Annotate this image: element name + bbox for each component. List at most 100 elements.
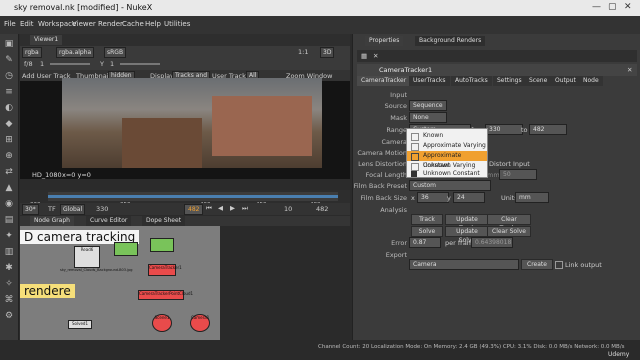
particles-icon[interactable]: ✦ bbox=[3, 230, 15, 242]
clear-solve-button[interactable]: Clear Solve bbox=[487, 226, 531, 237]
tab-node-graph[interactable]: Node Graph bbox=[30, 216, 74, 226]
menu-workspace[interactable]: Workspace bbox=[38, 20, 76, 28]
range-to-field[interactable]: 482 bbox=[529, 124, 567, 135]
channels-dropdown[interactable]: rgba bbox=[22, 47, 42, 58]
timeline-track[interactable] bbox=[48, 192, 338, 201]
gizmo-icon[interactable]: ⌘ bbox=[3, 294, 15, 306]
max-panels-icon[interactable]: ▦ bbox=[361, 52, 367, 60]
transform-icon[interactable]: ⇄ bbox=[3, 166, 15, 178]
maximize-icon[interactable]: ▢ bbox=[608, 2, 617, 12]
disabled-node[interactable] bbox=[150, 238, 174, 252]
source-label: Source bbox=[384, 102, 407, 110]
film-x-field[interactable]: 36 bbox=[417, 192, 449, 203]
end-frame[interactable]: 482 bbox=[316, 205, 328, 213]
update-solve-button[interactable]: Update Solve bbox=[445, 226, 489, 244]
last-frame-icon[interactable]: ⏭ bbox=[242, 204, 248, 213]
subtab-settings[interactable]: Settings bbox=[493, 76, 526, 86]
other-icon[interactable]: ✱ bbox=[3, 262, 15, 274]
disabled-node[interactable] bbox=[114, 242, 138, 256]
filter-icon[interactable]: ◆ bbox=[3, 118, 15, 130]
subtab-output[interactable]: Output bbox=[551, 76, 580, 86]
menu-item-unknown-constant[interactable]: Unknown Constant bbox=[407, 171, 487, 177]
menu-utilities[interactable]: Utilities bbox=[164, 20, 190, 28]
merge-icon[interactable]: ⊕ bbox=[3, 150, 15, 162]
skip-value[interactable]: 10 bbox=[284, 205, 292, 213]
tab-properties[interactable]: Properties bbox=[365, 36, 404, 46]
time-icon[interactable]: ◷ bbox=[3, 70, 15, 82]
3d-icon[interactable]: ▲ bbox=[3, 182, 15, 194]
create-button[interactable]: Create bbox=[521, 259, 553, 270]
tracker-node[interactable]: CameraTracker1 bbox=[148, 264, 182, 276]
units-dropdown[interactable]: mm bbox=[515, 192, 549, 203]
tab-curve-editor[interactable]: Curve Editor bbox=[86, 216, 132, 226]
menu-viewer[interactable]: Viewer bbox=[72, 20, 96, 28]
global-dropdown[interactable]: Global bbox=[60, 204, 86, 215]
menu-help[interactable]: Help bbox=[145, 20, 161, 28]
film-back-preset-dropdown[interactable]: Custom bbox=[409, 180, 491, 191]
close-icon[interactable]: ✕ bbox=[624, 2, 632, 12]
channel-icon[interactable]: ≡ bbox=[3, 86, 15, 98]
subtab-scene[interactable]: Scene bbox=[525, 76, 552, 86]
zoom-ratio[interactable]: 1:1 bbox=[298, 48, 308, 56]
subtab-node[interactable]: Node bbox=[579, 76, 603, 86]
solve-button[interactable]: Solve bbox=[411, 226, 443, 237]
minimize-icon[interactable]: — bbox=[592, 2, 601, 12]
read-node[interactable]: Read6 bbox=[74, 246, 100, 268]
focal-field[interactable]: 50 bbox=[499, 169, 537, 180]
pointcloud-node[interactable]: CameraTrackerPointCloud1 bbox=[138, 290, 193, 300]
subtab-autotracks[interactable]: AutoTracks bbox=[451, 76, 492, 86]
alpha-dropdown[interactable]: rgba.alpha bbox=[56, 47, 95, 58]
update-track-button[interactable]: Update Track bbox=[445, 214, 489, 232]
play-icon[interactable]: ▶ bbox=[230, 204, 235, 212]
draw-icon[interactable]: ✎ bbox=[3, 54, 15, 66]
current-frame-field[interactable]: 482 bbox=[184, 204, 204, 215]
image-icon[interactable]: ▣ bbox=[3, 38, 15, 50]
close-node-icon[interactable]: ✕ bbox=[627, 66, 632, 74]
views-icon[interactable]: ◉ bbox=[3, 198, 15, 210]
gamma-slider[interactable] bbox=[120, 63, 160, 65]
colorspace-dropdown[interactable]: sRGB bbox=[104, 47, 127, 58]
settings-icon[interactable]: ⚙ bbox=[3, 310, 15, 322]
link-output-checkbox[interactable] bbox=[555, 261, 563, 269]
menu-cache[interactable]: Cache bbox=[122, 20, 144, 28]
solve-node[interactable]: Solved1 bbox=[68, 320, 92, 329]
input-label: Input bbox=[390, 91, 407, 99]
play-back-icon[interactable]: ◀ bbox=[218, 204, 223, 212]
scene-node[interactable]: Scene1 bbox=[152, 314, 172, 332]
tab-background-renders[interactable]: Background Renders bbox=[415, 36, 486, 46]
tab-viewer1[interactable]: Viewer1 bbox=[30, 35, 63, 45]
gain-value[interactable]: 1 bbox=[40, 60, 44, 68]
furnace-icon[interactable]: ✧ bbox=[3, 278, 15, 290]
gamma-value[interactable]: 1 bbox=[110, 60, 114, 68]
node-graph-canvas[interactable]: D camera tracking rendere Read6 sky_remo… bbox=[20, 226, 220, 341]
menu-file[interactable]: File bbox=[4, 20, 16, 28]
toolsets-icon[interactable]: ▥ bbox=[3, 246, 15, 258]
node-name[interactable]: CameraTracker1 bbox=[379, 66, 432, 74]
gain-slider[interactable] bbox=[50, 63, 90, 65]
menu-edit[interactable]: Edit bbox=[20, 20, 34, 28]
start-frame[interactable]: 330 bbox=[96, 205, 108, 213]
view-mode-dropdown[interactable]: 3D bbox=[320, 47, 335, 58]
menu-item-approx-constant[interactable]: Approximate Constant bbox=[407, 151, 487, 169]
film-y-field[interactable]: 24 bbox=[453, 192, 485, 203]
subtab-cameratracker[interactable]: CameraTracker bbox=[357, 76, 411, 86]
menu-item-known[interactable]: Known bbox=[407, 131, 487, 141]
clear-tracks-button[interactable]: Clear Tracks bbox=[487, 214, 531, 232]
menu-render[interactable]: Render bbox=[98, 20, 123, 28]
first-frame-icon[interactable]: ⏮ bbox=[206, 204, 212, 213]
track-button[interactable]: Track bbox=[411, 214, 443, 225]
metadata-icon[interactable]: ▤ bbox=[3, 214, 15, 226]
tab-dope-sheet[interactable]: Dope Sheet bbox=[142, 216, 186, 226]
source-dropdown[interactable]: Sequence bbox=[409, 100, 447, 111]
menu-item-approx-varying[interactable]: Approximate Varying bbox=[407, 141, 487, 151]
mask-dropdown[interactable]: None bbox=[409, 112, 447, 123]
range-from-field[interactable]: 330 bbox=[485, 124, 523, 135]
keyer-icon[interactable]: ⊞ bbox=[3, 134, 15, 146]
export-dropdown[interactable]: Camera bbox=[409, 259, 519, 270]
clear-panels-icon[interactable]: ✕ bbox=[373, 52, 378, 60]
camera-node[interactable]: Camera1 bbox=[190, 314, 210, 332]
distort-input-label[interactable]: Distort Input bbox=[489, 160, 530, 168]
fps-dropdown[interactable]: 30* bbox=[22, 204, 39, 215]
color-icon[interactable]: ◐ bbox=[3, 102, 15, 114]
subtab-usertracks[interactable]: UserTracks bbox=[409, 76, 450, 86]
